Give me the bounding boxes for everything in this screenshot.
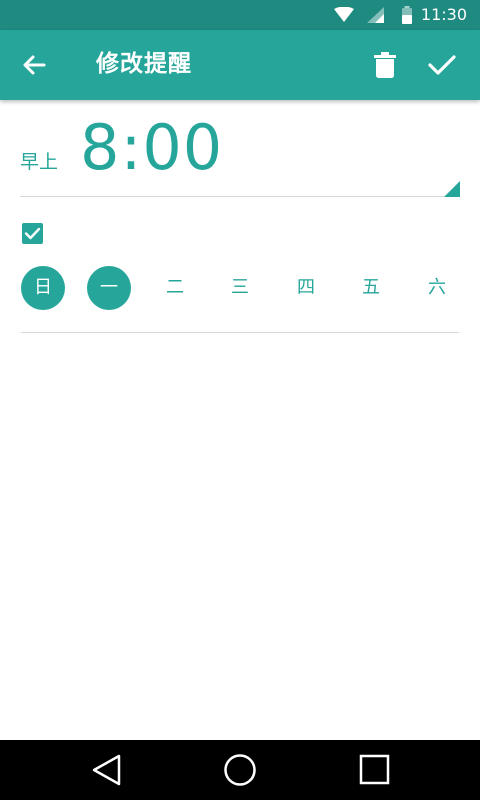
day-thursday[interactable]: 四 (284, 266, 328, 310)
back-button[interactable] (18, 50, 50, 80)
status-time: 11:30 (420, 5, 467, 24)
confirm-button[interactable] (426, 50, 458, 80)
day-sunday[interactable]: 日 (21, 266, 65, 310)
recents-square-icon (357, 754, 393, 792)
status-bar: 11:30 (0, 0, 480, 30)
nav-back-button[interactable] (89, 752, 125, 788)
back-triangle-icon (89, 754, 125, 792)
day-tuesday[interactable]: 二 (153, 266, 197, 310)
day-monday[interactable]: 一 (87, 266, 131, 310)
checkmark-icon (426, 55, 458, 84)
section-divider (21, 332, 459, 333)
time-picker-field[interactable]: 早上 8:00 (20, 110, 460, 198)
day-wednesday[interactable]: 三 (218, 266, 262, 310)
time-field-underline (20, 196, 460, 197)
battery-icon (401, 6, 413, 28)
home-circle-icon (222, 754, 258, 792)
nav-recents-button[interactable] (357, 752, 393, 788)
day-saturday[interactable]: 六 (415, 266, 459, 310)
dropdown-corner-icon (444, 181, 460, 197)
edit-reminder-screen: 11:30 修改提醒 早上 8:00 日 一 二 三 四 五 六 (0, 0, 480, 800)
repeat-checkbox[interactable] (22, 223, 43, 244)
app-bar: 修改提醒 (0, 30, 480, 100)
wifi-icon (333, 6, 355, 27)
page-title: 修改提醒 (96, 51, 192, 77)
ampm-label: 早上 (20, 151, 59, 173)
alarm-time: 8:00 (80, 111, 224, 184)
system-nav-bar (0, 740, 480, 800)
nav-home-button[interactable] (222, 752, 258, 788)
day-friday[interactable]: 五 (349, 266, 393, 310)
trash-icon (372, 52, 398, 84)
arrow-back-icon (18, 55, 50, 84)
signal-icon (367, 7, 385, 27)
delete-button[interactable] (372, 50, 398, 80)
weekday-selector: 日 一 二 三 四 五 六 (21, 266, 461, 310)
check-icon (24, 227, 41, 240)
